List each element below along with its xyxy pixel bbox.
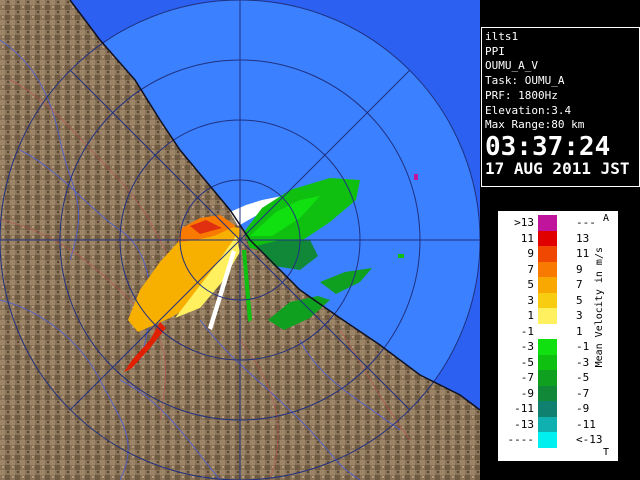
legend-color-swatch bbox=[538, 277, 557, 293]
legend-row-min-label: -3 bbox=[520, 340, 534, 353]
echo-isolated-green bbox=[398, 254, 404, 258]
legend-row-min-label: 9 bbox=[527, 247, 534, 260]
legend-corner-bottom: T bbox=[603, 447, 610, 458]
azimuth-lines bbox=[0, 0, 480, 480]
legend-row-max-label: -7 bbox=[576, 386, 590, 400]
legend-color-swatch bbox=[538, 230, 557, 246]
legend-color-swatch bbox=[538, 370, 557, 386]
site-name: ilts1 bbox=[485, 30, 519, 43]
legend-color-swatch bbox=[538, 339, 557, 355]
legend-row-min-label: -11 bbox=[514, 402, 534, 415]
legend-color-swatch bbox=[538, 323, 557, 339]
legend-color-swatch bbox=[538, 416, 557, 432]
legend-row-min-label: ---- bbox=[507, 433, 535, 446]
legend-row-max-label: -3 bbox=[576, 355, 590, 369]
legend-color-swatch bbox=[538, 385, 557, 401]
legend-color-swatch bbox=[538, 432, 557, 448]
radar-ppi-map[interactable] bbox=[0, 0, 480, 480]
legend-row-max-label: -1 bbox=[576, 340, 590, 353]
legend-row-max-label: --- bbox=[576, 216, 596, 229]
task-name: Task: OUMU_A bbox=[485, 74, 565, 88]
legend-row-min-label: >13 bbox=[514, 216, 534, 229]
legend-row-min-label: 11 bbox=[520, 231, 534, 245]
legend-row-min-label: -1 bbox=[520, 324, 534, 338]
scan-time: 03:37:24 bbox=[485, 131, 611, 162]
product-name: OUMU_A_V bbox=[485, 59, 538, 73]
legend-row-max-label: 11 bbox=[576, 247, 590, 260]
legend-row-min-label: 3 bbox=[527, 293, 534, 307]
legend-row-min-label: -13 bbox=[514, 417, 534, 431]
info-panel: ilts1 PPI OUMU_A_V Task: OUMU_A PRF: 180… bbox=[481, 27, 640, 187]
legend-color-swatch bbox=[538, 354, 557, 370]
legend-row-max-label: 9 bbox=[576, 262, 583, 276]
echo-isolated-magenta bbox=[414, 174, 418, 180]
legend-row-max-label: -9 bbox=[576, 402, 590, 415]
legend-corner-top: A bbox=[603, 213, 610, 224]
velocity-legend: A Mean Velocity in m/s T >13 --- 11 13 9 11 7 9… bbox=[498, 211, 618, 461]
legend-row-max-label: 13 bbox=[576, 231, 590, 245]
legend-title: Mean Velocity in m/s bbox=[594, 247, 605, 368]
legend-row-max-label: 1 bbox=[576, 324, 583, 338]
legend-color-swatch bbox=[538, 292, 557, 308]
legend-row-max-label: 5 bbox=[576, 293, 583, 307]
legend-row-min-label: 5 bbox=[527, 278, 534, 291]
max-range-value: Max Range:80 km bbox=[485, 118, 585, 132]
legend-row-min-label: -5 bbox=[520, 355, 534, 369]
legend-row-min-label: 1 bbox=[527, 309, 534, 322]
scan-mode: PPI bbox=[485, 44, 505, 58]
scan-date: 17 AUG 2011 JST bbox=[485, 158, 630, 178]
legend-row-max-label: <-13 bbox=[576, 433, 603, 446]
legend-row-max-label: -11 bbox=[576, 417, 596, 431]
prf-value: PRF: 1800Hz bbox=[485, 88, 558, 102]
legend-row-max-label: 7 bbox=[576, 278, 583, 291]
legend-color-swatch bbox=[538, 215, 557, 231]
elevation-value: Elevation:3.4 bbox=[485, 103, 572, 117]
legend-color-swatch bbox=[538, 308, 557, 324]
legend-row-max-label: 3 bbox=[576, 309, 583, 322]
legend-row-min-label: -9 bbox=[520, 386, 534, 400]
legend-color-swatch bbox=[538, 246, 557, 262]
legend-color-swatch bbox=[538, 401, 557, 417]
legend-row-min-label: -7 bbox=[520, 371, 534, 384]
legend-row-min-label: 7 bbox=[527, 262, 534, 276]
legend-row-max-label: -5 bbox=[576, 371, 590, 384]
legend-color-swatch bbox=[538, 261, 557, 277]
